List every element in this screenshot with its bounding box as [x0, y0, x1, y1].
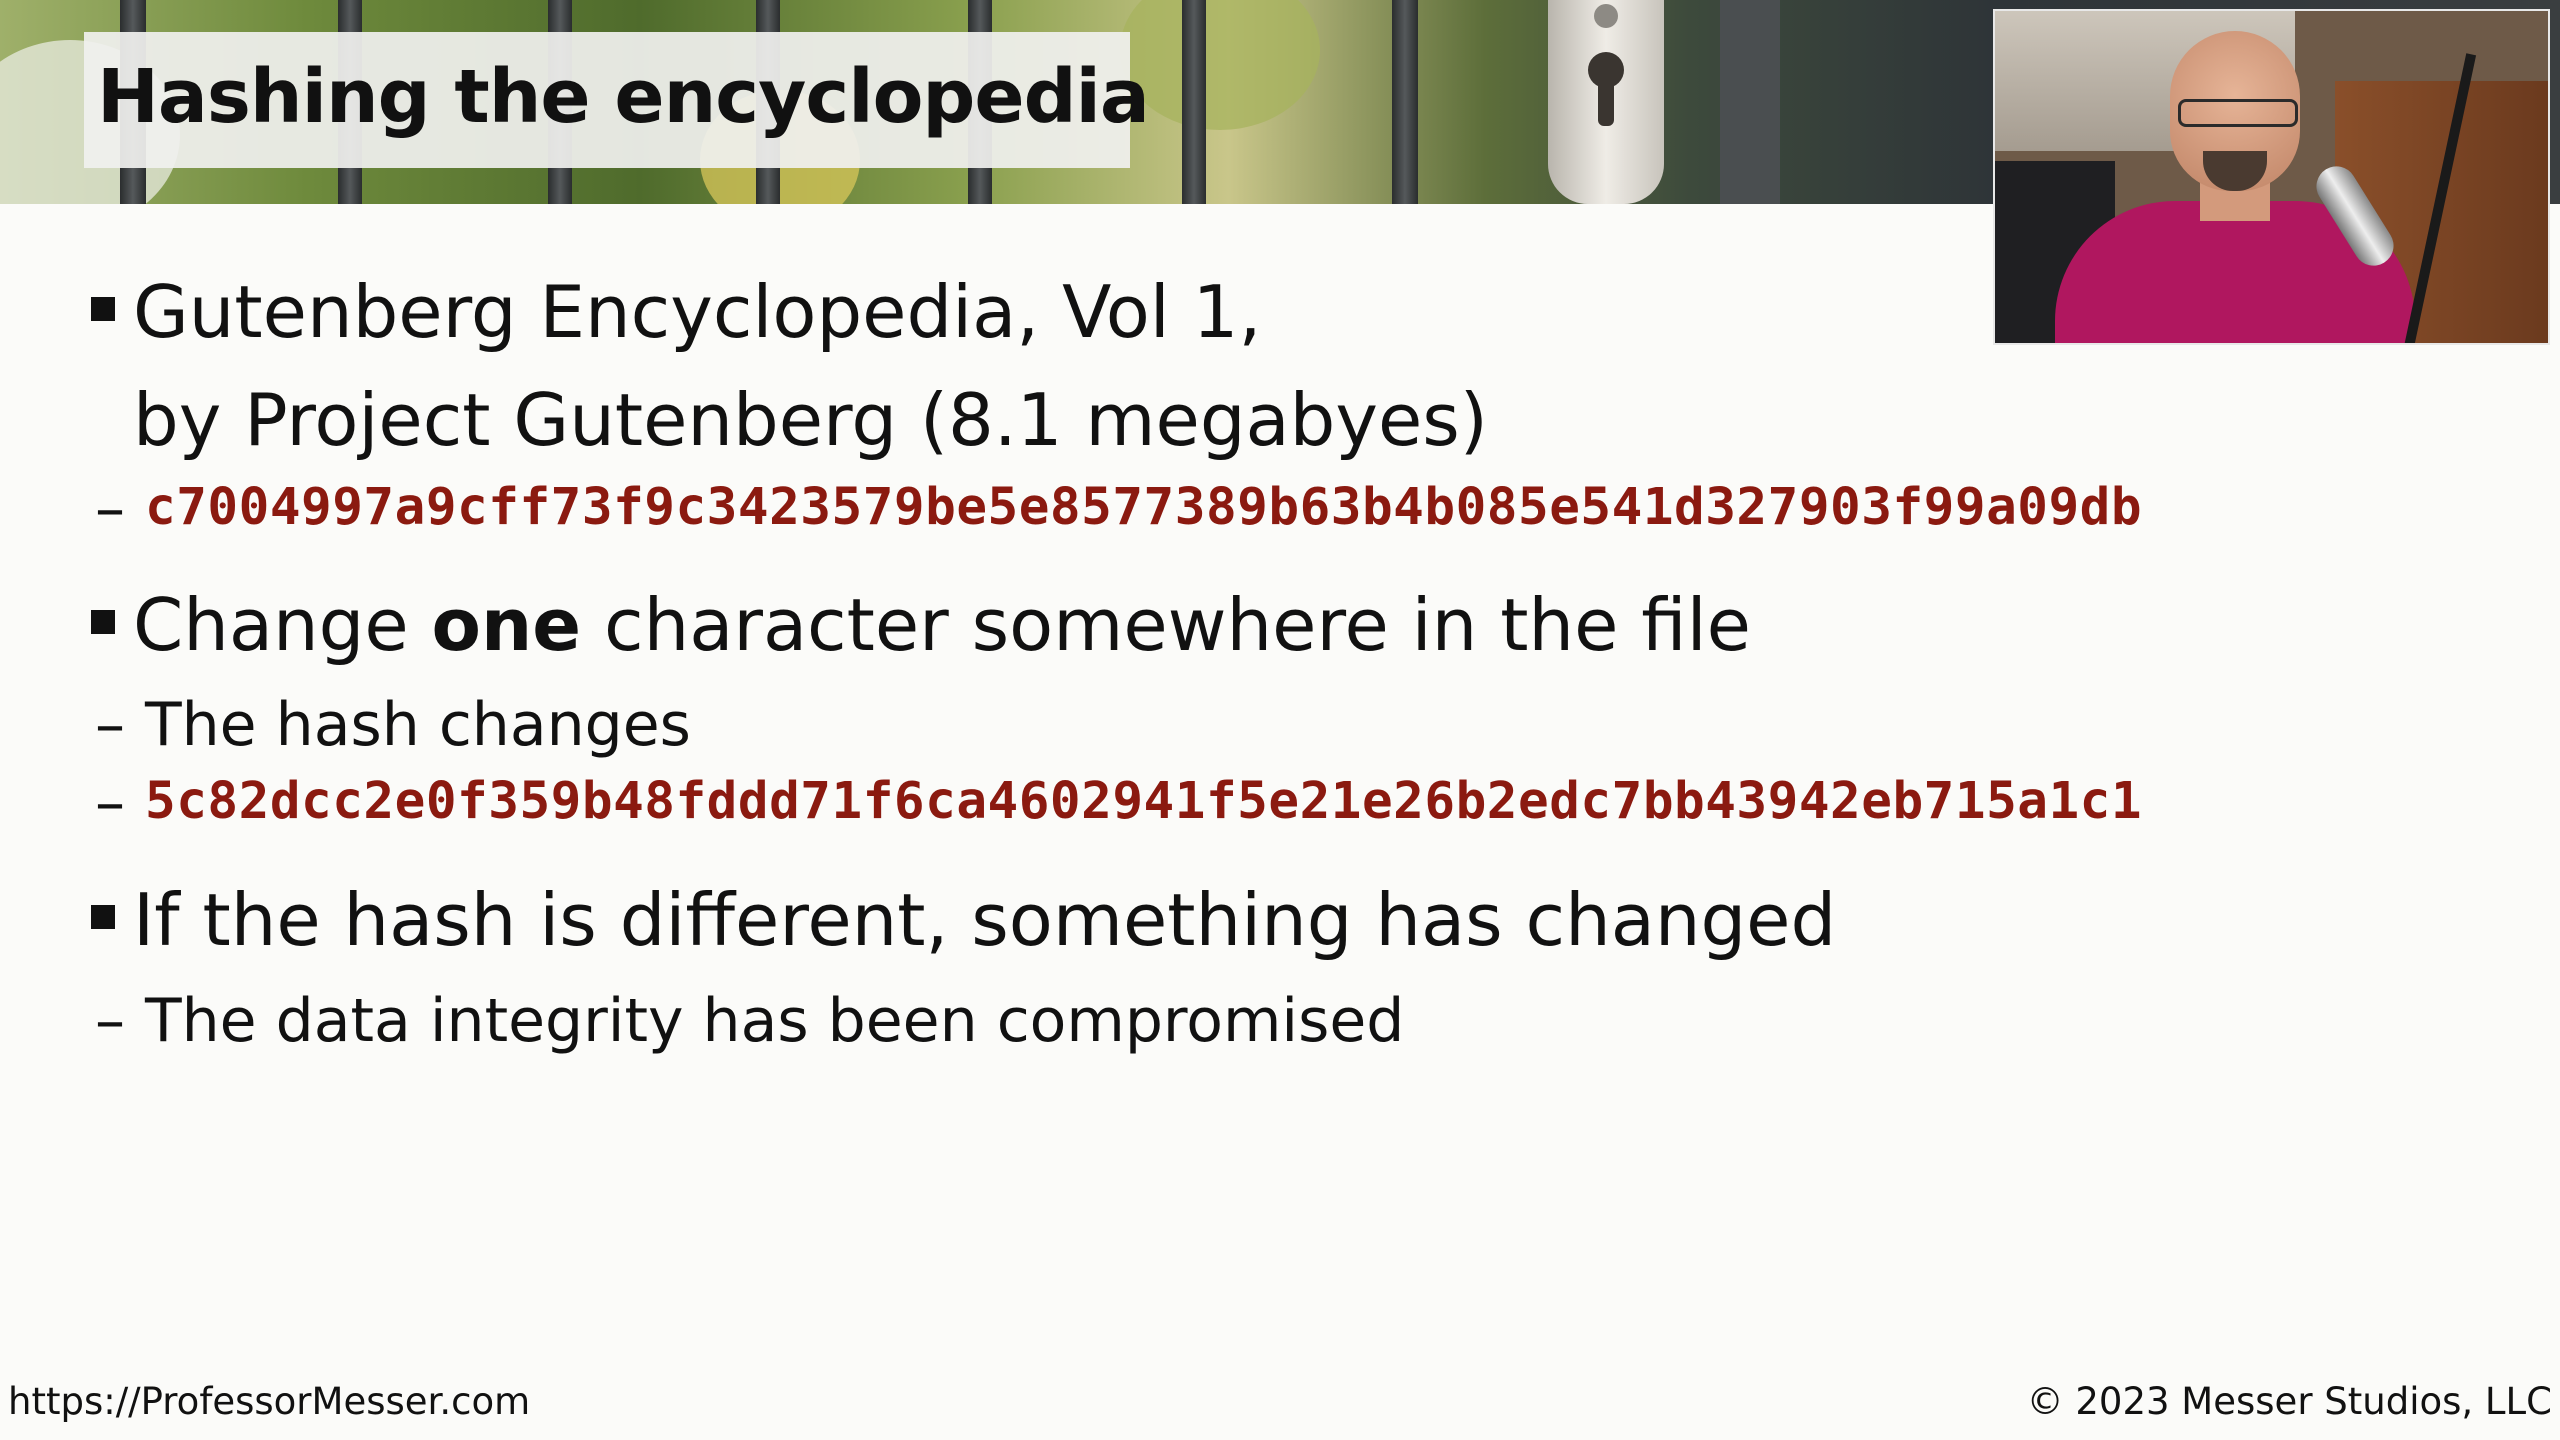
bullet-2-text: Change one character somewhere in the fi… — [133, 583, 1751, 667]
glasses-icon — [2178, 99, 2298, 127]
bullet-square-icon — [91, 905, 115, 929]
bullet-2-sub: The hash changes — [145, 690, 691, 760]
gate-bar — [1182, 0, 1206, 204]
foliage-blob — [1120, 0, 1320, 130]
dash-marker: – — [95, 474, 125, 544]
bullet-3-text: If the hash is different, something has … — [133, 878, 1837, 962]
dash-marker: – — [95, 986, 125, 1056]
bullet-square-icon — [91, 297, 115, 321]
lock-screw — [1594, 4, 1618, 28]
bullet-1-line-1: Gutenberg Encyclopedia, Vol 1, — [133, 270, 1262, 354]
slide-title: Hashing the encyclopedia — [97, 54, 1150, 140]
gate-bar — [1392, 0, 1418, 204]
dash-marker: – — [95, 690, 125, 760]
bullet-2-post: character somewhere in the file — [581, 583, 1751, 667]
door-lock-icon — [1548, 0, 1664, 204]
presenter-webcam — [1993, 9, 2550, 345]
hash-original: c7004997a9cff73f9c3423579be5e8577389b63b… — [145, 478, 2143, 537]
bullet-3-sub: The data integrity has been compromised — [145, 986, 1405, 1056]
bullet-2-pre: Change — [133, 583, 432, 667]
bullet-1-line-2: by Project Gutenberg (8.1 megabyes) — [133, 378, 1488, 462]
gate-post — [1720, 0, 1780, 204]
footer-copyright: © 2023 Messer Studios, LLC — [2026, 1380, 2552, 1423]
dash-marker: – — [95, 768, 125, 838]
keyhole-slot — [1598, 80, 1614, 126]
bullet-2-bold: one — [431, 583, 582, 667]
bullet-square-icon — [91, 610, 115, 634]
footer-url-link[interactable]: https://ProfessorMesser.com — [8, 1380, 530, 1423]
hash-changed: 5c82dcc2e0f359b48fddd71f6ca4602941f5e21e… — [145, 772, 2143, 831]
